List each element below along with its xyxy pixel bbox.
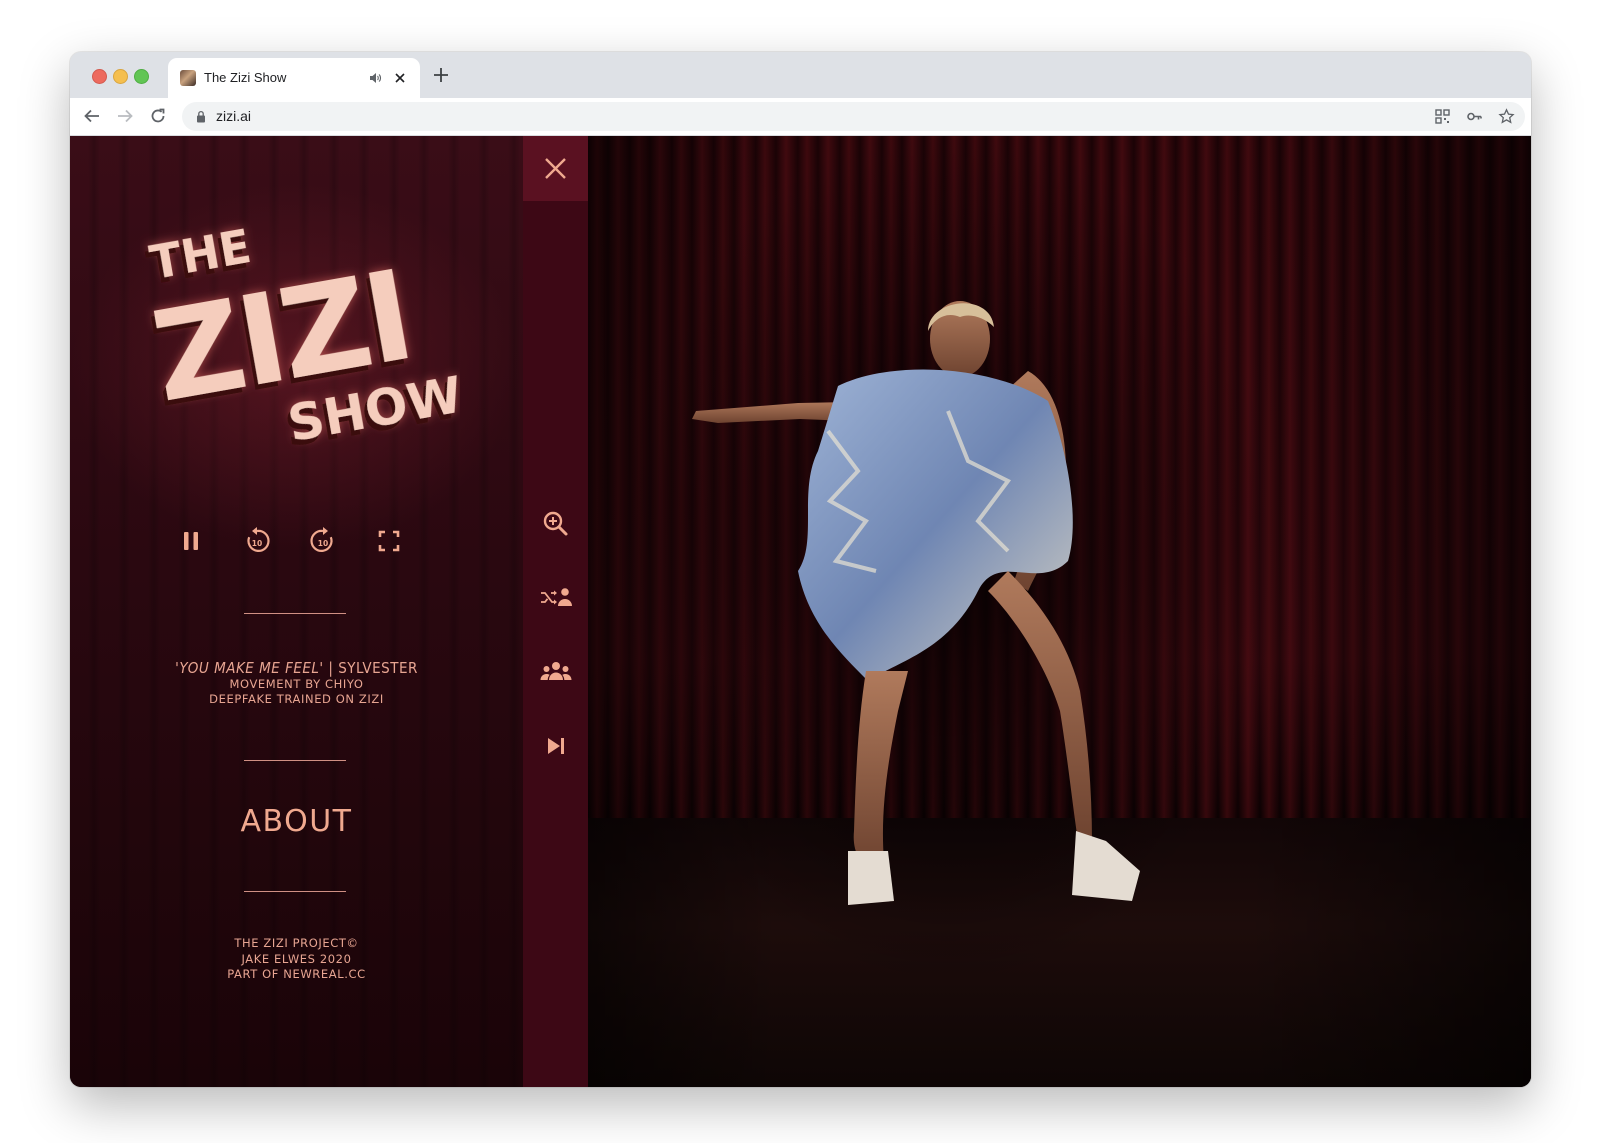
- playback-controls: 10 10: [174, 524, 414, 560]
- close-panel-button[interactable]: [523, 136, 588, 201]
- browser-window: The Zizi Show zizi.ai THE ZIZI SHOW 10 1…: [70, 52, 1531, 1087]
- fullscreen-icon[interactable]: [372, 524, 406, 558]
- footer-author: JAKE ELWES 2020: [241, 951, 352, 966]
- song-title: 'YOU MAKE ME FEEL': [175, 659, 324, 677]
- forward-10-icon[interactable]: 10: [306, 524, 340, 558]
- info-sidebar: THE ZIZI SHOW 10 10 'YOU MAKE ME FEEL' |…: [70, 136, 523, 1087]
- close-window-button[interactable]: [92, 69, 107, 84]
- about-link[interactable]: ABOUT: [90, 804, 503, 839]
- forward-arrow-icon[interactable]: [116, 107, 134, 125]
- svg-text:10: 10: [318, 539, 328, 548]
- divider: [244, 891, 346, 892]
- deepfake-credit: DEEPFAKE TRAINED ON ZIZI: [209, 692, 384, 706]
- side-toolbar: [523, 136, 588, 1087]
- favicon-icon: [180, 70, 196, 86]
- group-icon[interactable]: [539, 655, 573, 689]
- skip-next-icon[interactable]: [539, 729, 573, 763]
- browser-toolbar: zizi.ai: [70, 98, 1531, 136]
- shuffle-performer-icon[interactable]: [539, 581, 573, 615]
- song-artist: SYLVESTER: [338, 659, 418, 677]
- tab-title: The Zizi Show: [204, 70, 287, 85]
- bookmark-star-icon[interactable]: [1498, 108, 1515, 125]
- qr-code-icon[interactable]: [1434, 108, 1451, 125]
- new-tab-icon[interactable]: [432, 66, 450, 84]
- key-icon[interactable]: [1466, 108, 1483, 125]
- lock-icon[interactable]: [196, 110, 206, 123]
- pause-icon[interactable]: [174, 524, 208, 558]
- zizi-show-logo: THE ZIZI SHOW: [140, 176, 467, 456]
- video-stage[interactable]: [588, 136, 1531, 1087]
- back-arrow-icon[interactable]: [83, 107, 101, 125]
- deepfake-performer-figure: [692, 301, 1140, 905]
- browser-tab[interactable]: The Zizi Show: [168, 58, 420, 98]
- footer-credits: THE ZIZI PROJECT© JAKE ELWES 2020 PART O…: [90, 936, 503, 983]
- zoom-in-icon[interactable]: [539, 507, 573, 541]
- url-text: zizi.ai: [216, 108, 252, 124]
- song-line: 'YOU MAKE ME FEEL' | SYLVESTER: [90, 659, 503, 677]
- speaker-icon[interactable]: [368, 71, 382, 85]
- song-separator: |: [323, 659, 339, 677]
- footer-project: THE ZIZI PROJECT©: [234, 936, 359, 950]
- maximize-window-button[interactable]: [134, 69, 149, 84]
- address-bar[interactable]: zizi.ai: [182, 102, 1525, 131]
- svg-text:10: 10: [252, 539, 262, 548]
- movement-credit: MOVEMENT BY CHIYO: [229, 677, 364, 691]
- now-playing-credits: 'YOU MAKE ME FEEL' | SYLVESTER MOVEMENT …: [90, 659, 503, 707]
- minimize-window-button[interactable]: [113, 69, 128, 84]
- page-content: THE ZIZI SHOW 10 10 'YOU MAKE ME FEEL' |…: [70, 136, 1531, 1087]
- rewind-10-icon[interactable]: 10: [240, 524, 274, 558]
- tab-strip: The Zizi Show: [70, 52, 1531, 98]
- close-tab-icon[interactable]: [392, 70, 408, 86]
- close-icon[interactable]: [543, 156, 568, 181]
- reload-icon[interactable]: [149, 107, 167, 125]
- footer-newreal-link[interactable]: PART OF NEWREAL.CC: [90, 967, 503, 983]
- divider: [244, 760, 346, 761]
- divider: [244, 613, 346, 614]
